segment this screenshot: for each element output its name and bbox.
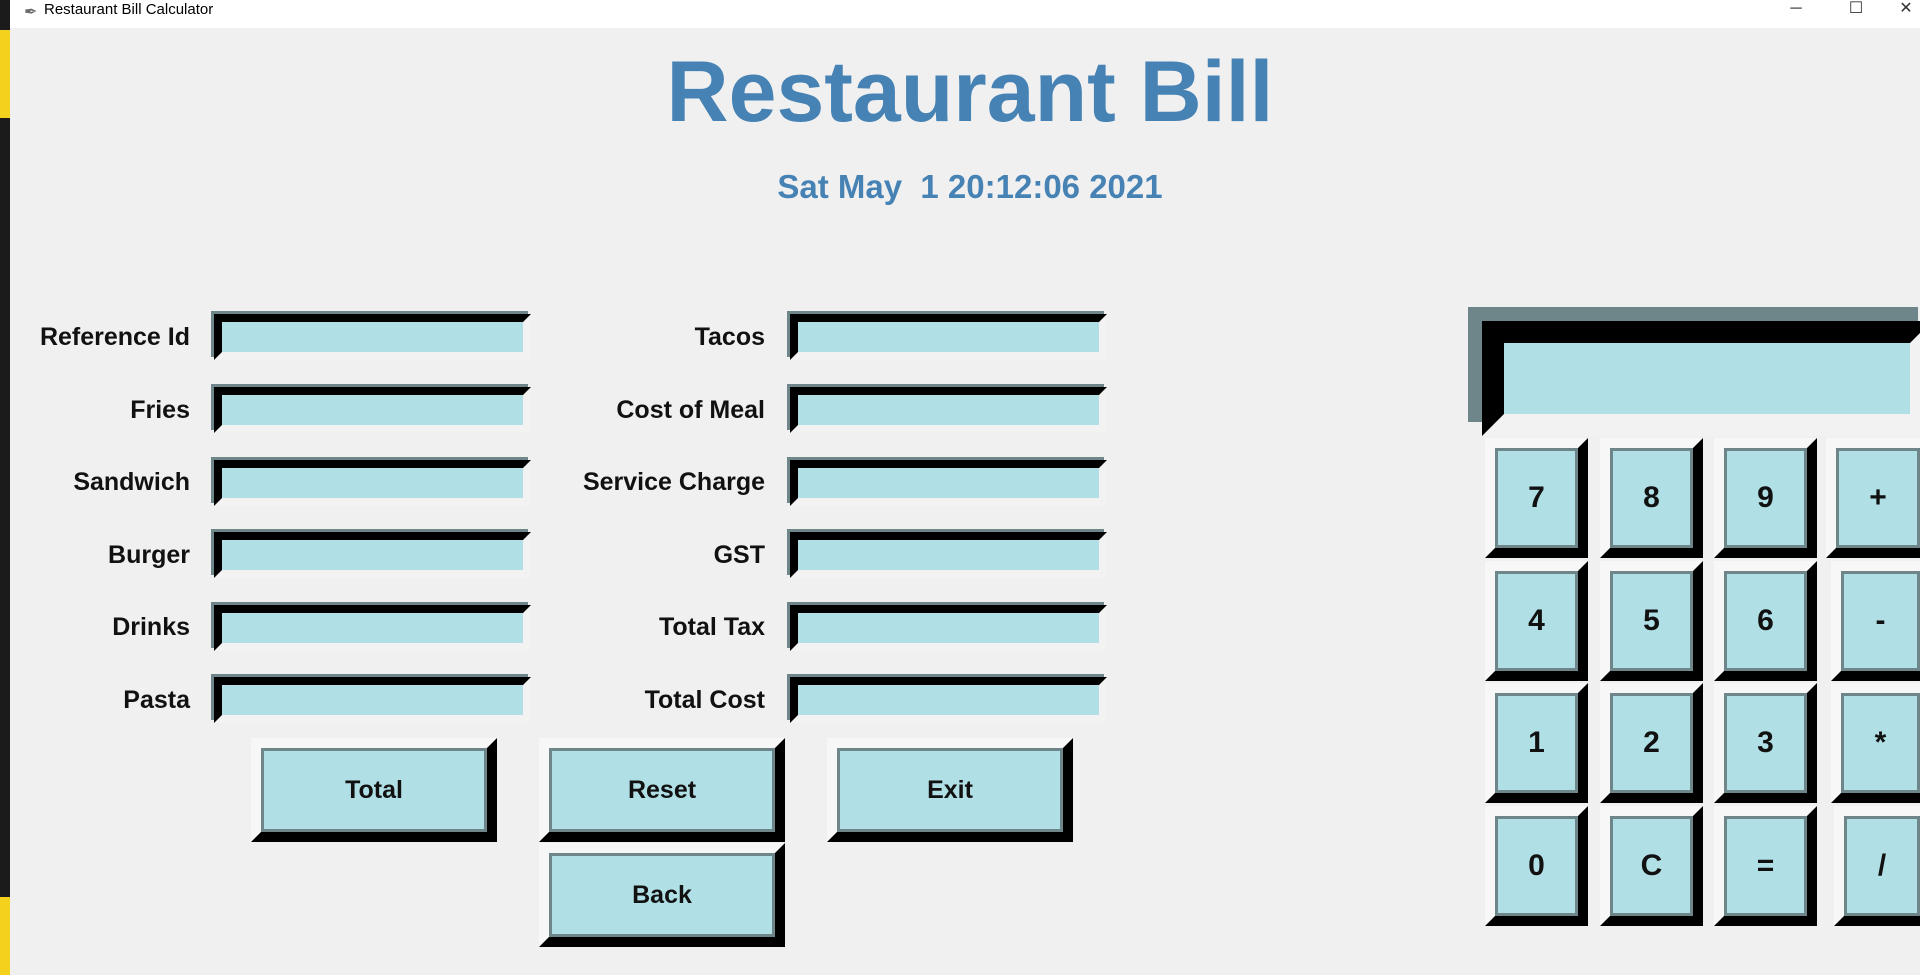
title-bar: ✒ Restaurant Bill Calculator ─ ☐ ✕ xyxy=(10,0,1920,28)
gst-field[interactable] xyxy=(790,532,1107,578)
calc-key-6[interactable]: 6 xyxy=(1714,561,1817,681)
background-window-accent xyxy=(0,897,10,975)
service-charge-label: Service Charge xyxy=(582,468,765,496)
fries-field[interactable] xyxy=(214,387,531,433)
calculator-display[interactable] xyxy=(1482,321,1920,436)
calc-key-plus[interactable]: + xyxy=(1826,438,1920,558)
cost-of-meal-label: Cost of Meal xyxy=(616,396,765,424)
reference-id-field[interactable] xyxy=(214,314,531,360)
back-button[interactable]: Back xyxy=(539,843,785,947)
drinks-label: Drinks xyxy=(112,613,190,641)
calc-key-8[interactable]: 8 xyxy=(1600,438,1703,558)
fries-label: Fries xyxy=(130,396,190,424)
calc-key-divide[interactable]: / xyxy=(1834,806,1920,926)
feather-icon: ✒ xyxy=(24,4,38,21)
calc-key-5[interactable]: 5 xyxy=(1600,561,1703,681)
maximize-button[interactable]: ☐ xyxy=(1833,0,1879,20)
total-cost-field[interactable] xyxy=(790,677,1107,723)
service-charge-field[interactable] xyxy=(790,460,1107,506)
reference-id-label: Reference Id xyxy=(39,323,190,351)
burger-label: Burger xyxy=(108,541,190,569)
datetime-label: Sat May 1 20:12:06 2021 xyxy=(777,168,1163,205)
drinks-field[interactable] xyxy=(214,605,531,651)
background-window-edge xyxy=(0,0,10,975)
total-tax-label: Total Tax xyxy=(658,613,765,641)
sandwich-field[interactable] xyxy=(214,460,531,506)
pasta-label: Pasta xyxy=(123,686,190,714)
minimize-button[interactable]: ─ xyxy=(1773,0,1819,20)
cost-of-meal-field[interactable] xyxy=(790,387,1107,433)
sandwich-label: Sandwich xyxy=(73,468,190,496)
total-tax-field[interactable] xyxy=(790,605,1107,651)
calc-key-7[interactable]: 7 xyxy=(1485,438,1588,558)
calc-key-2[interactable]: 2 xyxy=(1600,683,1703,803)
window-title: Restaurant Bill Calculator xyxy=(44,1,214,18)
calc-key-minus[interactable]: - xyxy=(1831,561,1920,681)
calc-key-4[interactable]: 4 xyxy=(1485,561,1588,681)
total-cost-label: Total Cost xyxy=(644,686,765,714)
burger-field[interactable] xyxy=(214,532,531,578)
reset-button[interactable]: Reset xyxy=(539,738,785,842)
exit-button[interactable]: Exit xyxy=(827,738,1073,842)
pasta-field[interactable] xyxy=(214,677,531,723)
gst-label: GST xyxy=(713,541,765,569)
calc-key-1[interactable]: 1 xyxy=(1485,683,1588,803)
calc-key-equals[interactable]: = xyxy=(1714,806,1817,926)
total-button[interactable]: Total xyxy=(251,738,497,842)
page-title: Restaurant Bill xyxy=(666,44,1274,140)
calc-key-9[interactable]: 9 xyxy=(1714,438,1817,558)
calc-key-clear[interactable]: C xyxy=(1600,806,1703,926)
close-button[interactable]: ✕ xyxy=(1883,0,1920,20)
calc-key-multiply[interactable]: * xyxy=(1831,683,1920,803)
calc-key-3[interactable]: 3 xyxy=(1714,683,1817,803)
tacos-label: Tacos xyxy=(694,323,765,351)
calc-key-0[interactable]: 0 xyxy=(1485,806,1588,926)
tacos-field[interactable] xyxy=(790,314,1107,360)
